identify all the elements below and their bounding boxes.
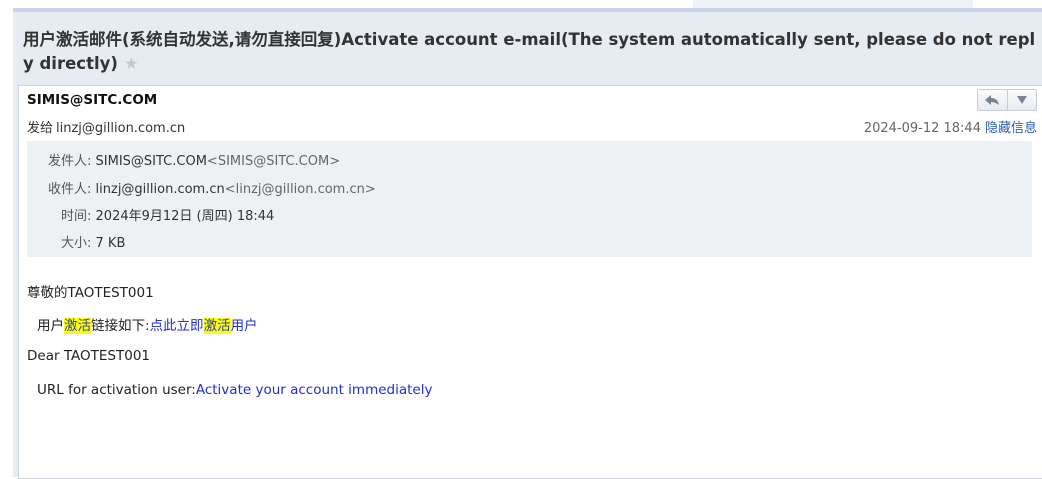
detail-size: 大小: 7 KB	[61, 232, 125, 251]
detail-from: 发件人: SIMIS@SITC.COM<SIMIS@SITC.COM>	[48, 150, 340, 169]
more-actions-button[interactable]	[1008, 90, 1037, 110]
to-value[interactable]: linzj@gillion.com.cn	[96, 182, 225, 197]
star-icon[interactable]: ★	[124, 54, 139, 73]
line-cn-prefix: 用户	[37, 318, 64, 334]
sender-name[interactable]: SIMIS@SITC.COM	[27, 92, 157, 108]
top-strip	[13, 0, 1042, 12]
email-subject: 用户激活邮件(系统自动发送,请勿直接回复)Activate account e-…	[23, 28, 1038, 76]
link-cn-highlight: 激活	[203, 318, 231, 334]
to-bracket: <linzj@gillion.com.cn>	[224, 182, 376, 197]
greeting-en: Dear TAOTEST001	[27, 348, 150, 364]
reply-button[interactable]	[978, 90, 1008, 110]
from-label: 发件人:	[48, 154, 92, 169]
line-en-prefix: URL for activation user:	[37, 382, 196, 398]
details-panel: 发件人: SIMIS@SITC.COM<SIMIS@SITC.COM> 收件人:…	[27, 141, 1032, 257]
greeting-cn: 尊敬的TAOTEST001	[27, 285, 154, 301]
size-value: 7 KB	[95, 236, 126, 251]
time-value: 2024年9月12日 (周四) 18:44	[95, 209, 275, 224]
mail-reader-frame: 用户激活邮件(系统自动发送,请勿直接回复)Activate account e-…	[13, 12, 1042, 479]
to-prefix: 发给	[27, 121, 54, 136]
email-card: SIMIS@SITC.COM 发给 linzj@gillion.com.cn 20…	[18, 85, 1042, 479]
line-cn-highlight: 激活	[64, 318, 91, 334]
from-value[interactable]: SIMIS@SITC.COM	[96, 154, 207, 169]
to-address[interactable]: linzj@gillion.com.cn	[56, 121, 185, 136]
subject-text: 用户激活邮件(系统自动发送,请勿直接回复)Activate account e-…	[23, 30, 1036, 73]
recipient-line: 发给 linzj@gillion.com.cn	[27, 117, 185, 136]
detail-to: 收件人: linzj@gillion.com.cn<linzj@gillion.…	[48, 178, 376, 197]
dropdown-icon	[1016, 96, 1027, 104]
to-label: 收件人:	[48, 182, 92, 197]
size-label: 大小:	[61, 236, 92, 251]
time-label: 时间:	[61, 209, 92, 224]
email-datetime: 2024-09-12 18:44	[863, 121, 981, 136]
link-cn-part2: 用户	[230, 318, 258, 334]
date-and-toggle: 2024-09-12 18:44 隐藏信息	[864, 117, 1037, 136]
activation-link-en[interactable]: Activate your account immediately	[196, 382, 433, 398]
reply-icon	[985, 95, 1000, 105]
from-bracket: <SIMIS@SITC.COM>	[206, 154, 341, 169]
hide-info-link[interactable]: 隐藏信息	[985, 121, 1037, 136]
action-button-group	[977, 89, 1037, 111]
detail-time: 时间: 2024年9月12日 (周四) 18:44	[61, 205, 274, 224]
link-cn-part1: 点此立即	[149, 318, 204, 334]
top-strip-segment	[693, 0, 973, 8]
activation-line-en: URL for activation user:Activate your ac…	[37, 382, 432, 398]
activation-line-cn: 用户激活链接如下:点此立即激活用户	[37, 314, 258, 334]
activation-link-cn[interactable]: 点此立即激活用户	[150, 318, 258, 334]
line-cn-mid: 链接如下:	[91, 318, 150, 334]
